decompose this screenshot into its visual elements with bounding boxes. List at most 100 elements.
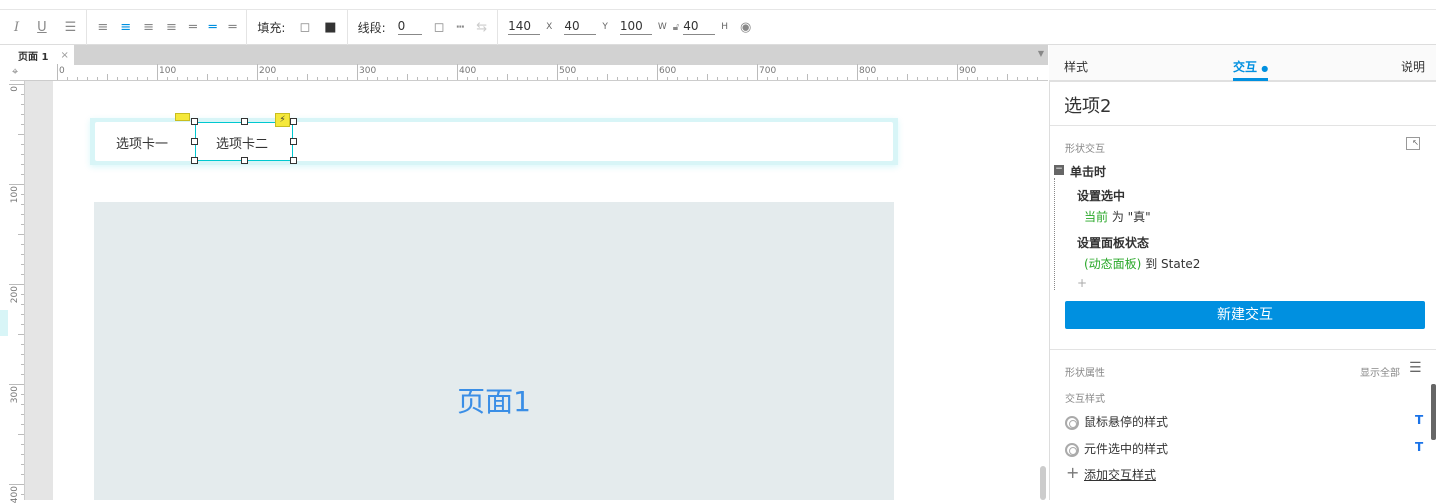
action-target: (动态面板): [1084, 257, 1142, 271]
ruler-tick: [9, 184, 24, 185]
y-input[interactable]: 40: [564, 19, 597, 35]
close-icon[interactable]: ×: [60, 50, 68, 61]
ruler-tick: [747, 77, 748, 80]
ruler-tick: [487, 77, 488, 80]
inspector-tabs: 样式 交互 ● 说明: [1049, 45, 1436, 82]
align-left-icon[interactable]: ≡: [97, 20, 108, 35]
tab-style[interactable]: 样式: [1064, 58, 1088, 75]
menu-icon[interactable]: ☰: [1409, 360, 1422, 376]
resize-handle[interactable]: [241, 118, 248, 125]
stroke-width-input[interactable]: 0: [397, 19, 422, 35]
event-on-click[interactable]: 单击时: [1070, 163, 1106, 180]
shape-interaction-heading: 形状交互: [1065, 144, 1105, 155]
text-style-icon[interactable]: T: [1415, 413, 1423, 427]
resize-handle[interactable]: [191, 157, 198, 164]
ruler-label: 200: [10, 286, 20, 304]
action-detail[interactable]: 当前 为 "真": [1084, 208, 1151, 225]
valign-bottom-icon[interactable]: ═: [229, 20, 237, 35]
ruler-tick: [247, 77, 248, 80]
ruler-tick: [18, 134, 24, 135]
h-input[interactable]: 40: [683, 19, 716, 35]
x-input[interactable]: 140: [508, 19, 541, 35]
italic-icon[interactable]: I: [14, 20, 19, 35]
page-tab-bar: ▼: [10, 45, 1048, 65]
justify-icon[interactable]: ≡: [166, 20, 177, 35]
resize-handle[interactable]: [290, 157, 297, 164]
ruler-tick: [717, 77, 718, 80]
fill-color-icon[interactable]: ■: [324, 20, 336, 35]
interaction-styles-heading: 交互样式: [1065, 394, 1105, 405]
valign-top-icon[interactable]: ═: [189, 20, 197, 35]
left-edge-marker: [0, 310, 8, 336]
align-right-icon[interactable]: ≡: [143, 20, 154, 35]
text-style-icon[interactable]: T: [1415, 440, 1423, 454]
add-action-icon[interactable]: +: [1077, 276, 1087, 290]
valign-middle-icon[interactable]: ═: [209, 20, 217, 35]
ruler-tick: [117, 77, 118, 80]
ruler-tick: [797, 77, 798, 80]
lock-icon[interactable]: 🔓︎: [673, 22, 679, 33]
tab-interaction-label: 交互: [1233, 60, 1258, 74]
plus-icon: +: [1066, 463, 1080, 482]
ruler-tick: [177, 77, 178, 80]
tab-interaction[interactable]: 交互 ●: [1233, 58, 1269, 81]
list-icon[interactable]: ☰: [65, 20, 77, 35]
resize-handle[interactable]: [191, 138, 198, 145]
tab-option-1[interactable]: 选项卡一: [116, 133, 168, 152]
arrow-style-icon[interactable]: ⇆: [476, 20, 487, 35]
ruler-tick: [987, 77, 988, 80]
canvas-scrollbar[interactable]: [1040, 466, 1046, 500]
lightning-icon[interactable]: ⚡: [275, 113, 290, 127]
ruler-tick: [497, 77, 498, 80]
stroke-color-icon[interactable]: ◻: [434, 20, 445, 35]
resize-handle[interactable]: [290, 118, 297, 125]
stroke-pattern-icon[interactable]: ┅: [456, 20, 464, 35]
ruler-tick: [707, 74, 708, 80]
style-item-selected[interactable]: 元件选中的样式: [1065, 440, 1168, 457]
ruler-tick: [667, 77, 668, 80]
dynamic-panel[interactable]: [94, 202, 894, 500]
resize-handle[interactable]: [191, 118, 198, 125]
resize-handle[interactable]: [290, 138, 297, 145]
new-interaction-button[interactable]: 新建交互: [1065, 301, 1425, 329]
tab-notes[interactable]: 说明: [1401, 58, 1425, 75]
action-target: 当前: [1084, 210, 1109, 224]
action-name[interactable]: 设置面板状态: [1077, 234, 1149, 251]
fill-none-icon[interactable]: ◻: [299, 20, 310, 35]
align-center-icon[interactable]: ≡: [120, 20, 131, 35]
ruler-tick: [21, 104, 24, 105]
ruler-tick: [21, 494, 24, 495]
w-input[interactable]: 100: [619, 19, 652, 35]
expand-icon[interactable]: ↖: [1406, 137, 1420, 150]
widget-name[interactable]: 选项2: [1064, 92, 1111, 118]
side-scrollbar[interactable]: [1431, 384, 1436, 440]
action-name[interactable]: 设置选中: [1077, 187, 1125, 204]
collapse-icon[interactable]: −: [1054, 165, 1064, 175]
selection-box[interactable]: [195, 122, 293, 161]
y-unit: Y: [602, 22, 608, 32]
action-detail[interactable]: (动态面板) 到 State2: [1084, 255, 1200, 272]
ruler-tick: [397, 77, 398, 80]
ruler-tick: [21, 394, 24, 395]
resize-handle[interactable]: [241, 157, 248, 164]
tab-menu-icon[interactable]: ▼: [1038, 49, 1044, 58]
interaction-flag-icon: [175, 113, 190, 121]
ruler-tick: [507, 74, 508, 80]
add-interaction-style-link[interactable]: 添加交互样式: [1084, 466, 1156, 483]
ruler-label: 500: [559, 66, 577, 76]
page-tab[interactable]: 页面 1 ×: [10, 45, 74, 65]
style-item-hover[interactable]: 鼠标悬停的样式: [1065, 413, 1168, 430]
action-value: 为 "真": [1111, 210, 1151, 224]
ruler-tick: [697, 77, 698, 80]
show-all-link[interactable]: 显示全部: [1360, 364, 1400, 379]
ruler-tick: [97, 77, 98, 80]
ruler-tick: [21, 194, 24, 195]
ruler-tick: [537, 77, 538, 80]
ruler-tick: [137, 77, 138, 80]
ruler-tick: [647, 77, 648, 80]
ruler-tick: [347, 77, 348, 80]
ruler-tick: [787, 77, 788, 80]
underline-icon[interactable]: U: [37, 20, 47, 35]
visibility-icon[interactable]: ◉: [740, 20, 751, 35]
vertical-ruler: 0 100 200 300 400: [9, 81, 25, 503]
